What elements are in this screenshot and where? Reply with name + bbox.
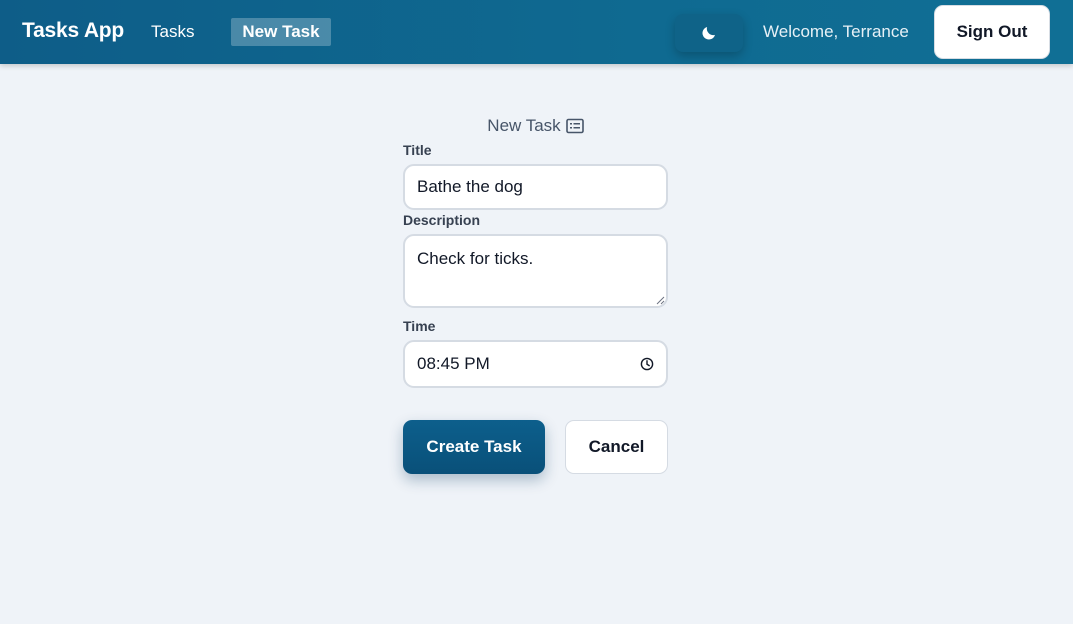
navbar: Tasks App Tasks New Task Welcome, Terran… xyxy=(0,0,1073,64)
time-label: Time xyxy=(403,318,436,334)
time-input[interactable]: 08:45 PM xyxy=(403,340,668,388)
resize-handle-icon[interactable] xyxy=(655,295,665,305)
create-task-button[interactable]: Create Task xyxy=(403,420,545,474)
sign-out-button[interactable]: Sign Out xyxy=(934,5,1050,59)
title-input[interactable] xyxy=(403,164,668,210)
moon-icon xyxy=(702,27,715,40)
description-textarea[interactable]: Check for ticks. xyxy=(403,234,668,308)
description-label: Description xyxy=(403,212,481,228)
welcome-text: Welcome, Terrance xyxy=(763,22,909,41)
title-label: Title xyxy=(403,142,432,158)
theme-toggle-button[interactable] xyxy=(675,14,743,52)
form-heading-text: New Task xyxy=(487,116,561,135)
nav-link-new-task[interactable]: New Task xyxy=(231,18,331,46)
list-icon xyxy=(565,118,584,134)
form-heading: New Task xyxy=(403,116,668,136)
nav-link-tasks[interactable]: Tasks xyxy=(151,18,194,46)
clock-icon[interactable] xyxy=(640,357,654,371)
cancel-button[interactable]: Cancel xyxy=(565,420,668,474)
time-value: 08:45 PM xyxy=(417,354,490,373)
brand-logo[interactable]: Tasks App xyxy=(22,19,124,43)
